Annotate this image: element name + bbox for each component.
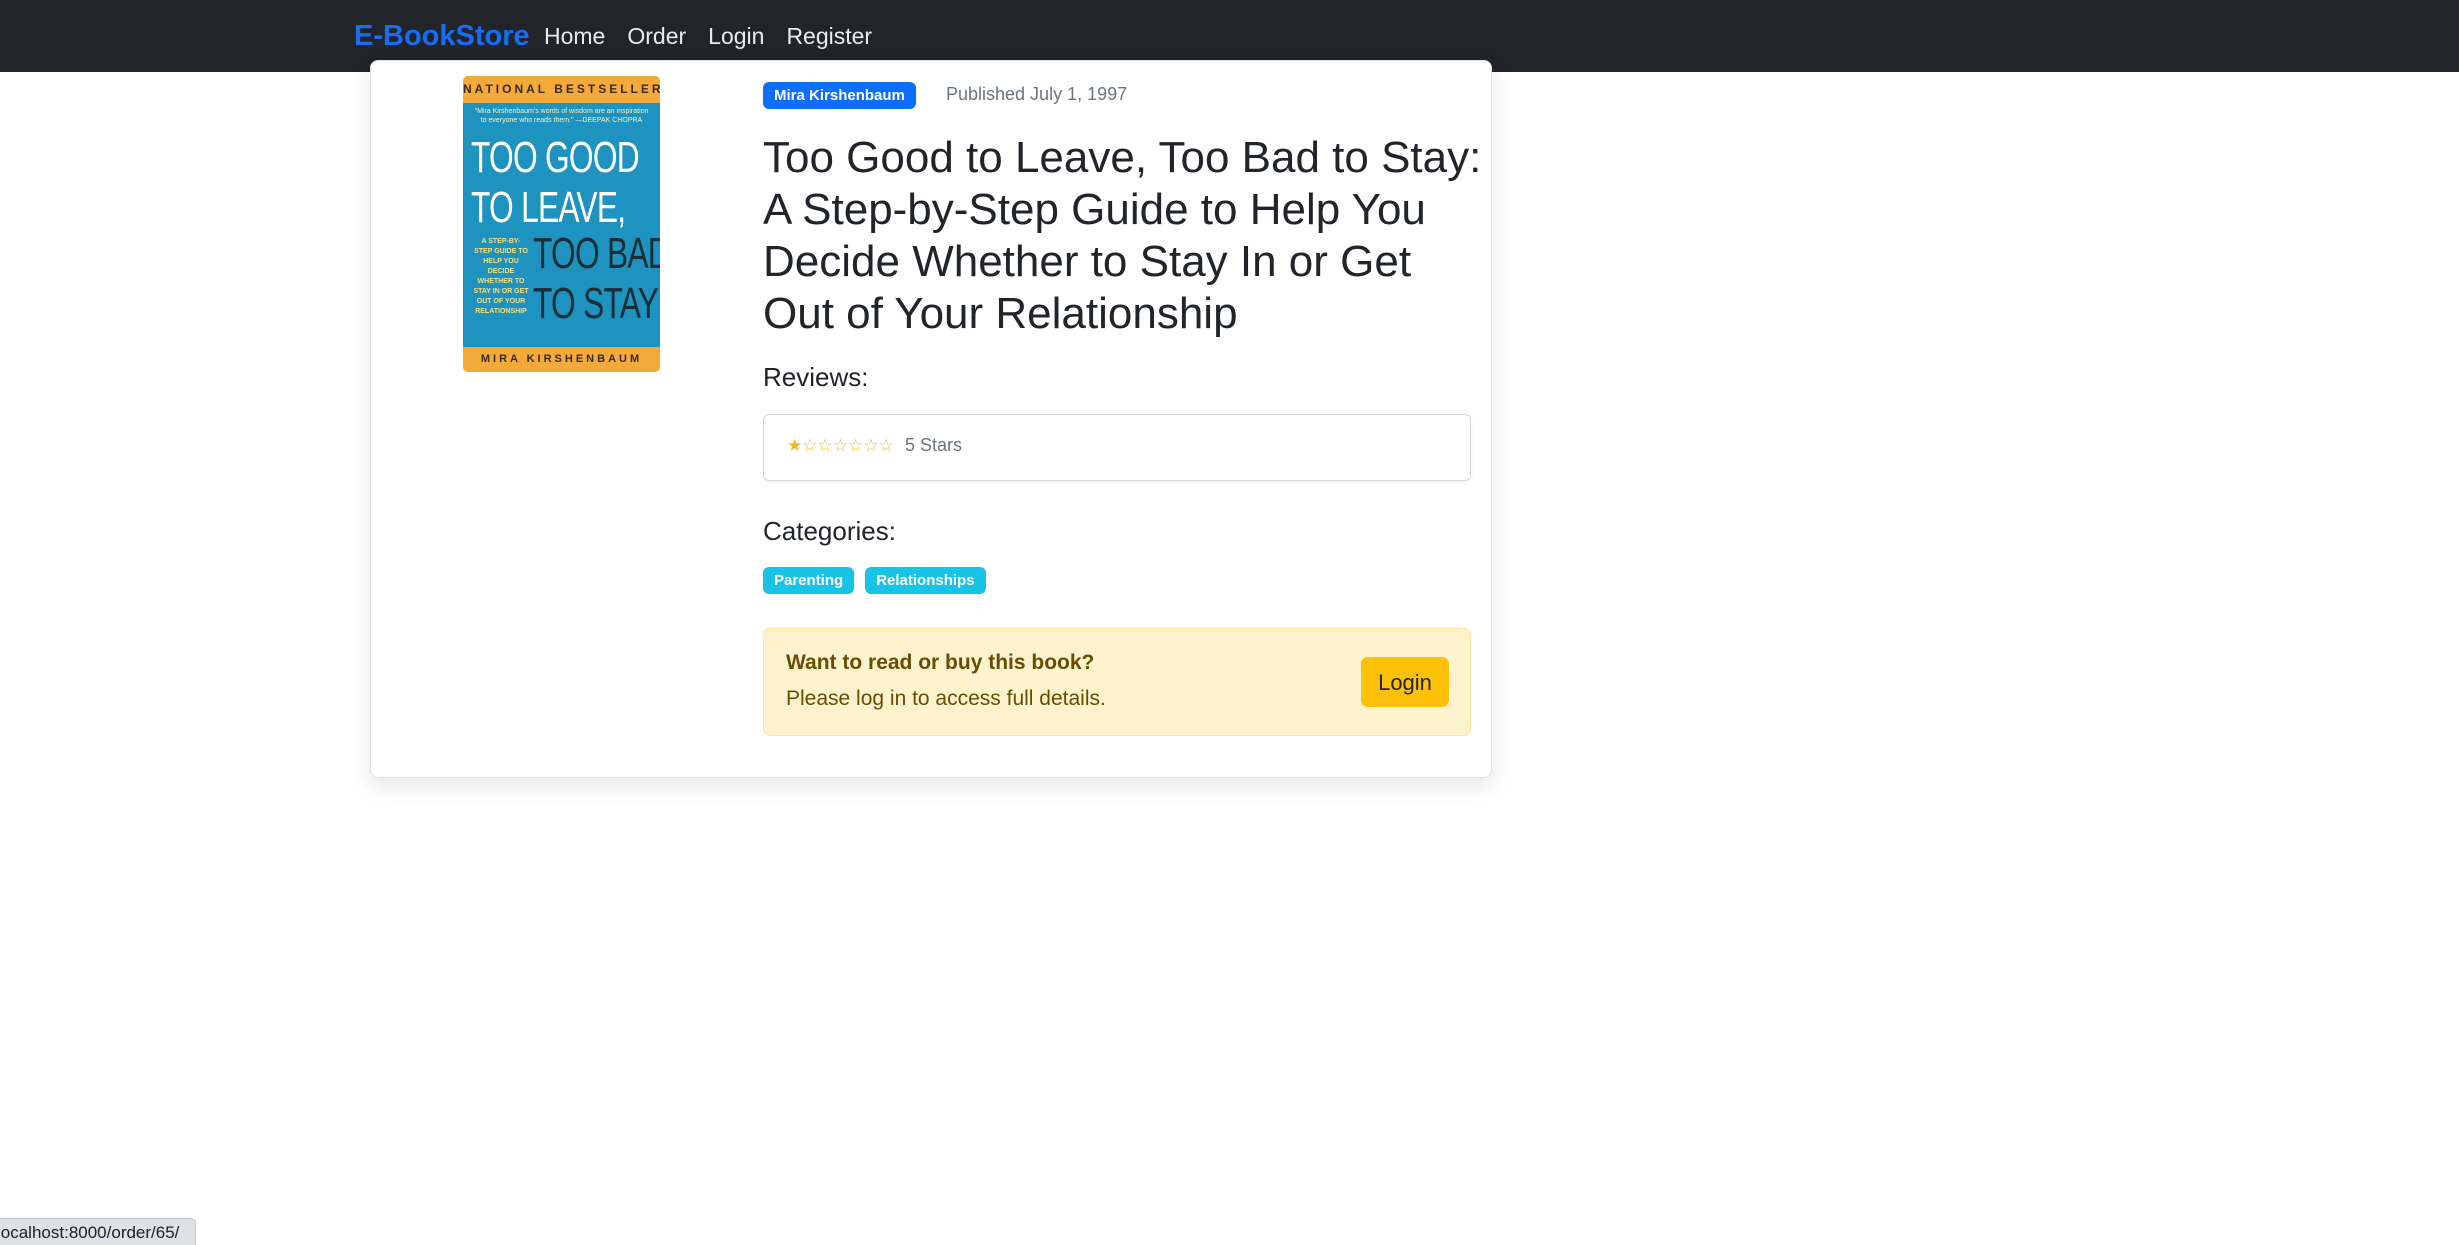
cover-title-lower: TOO BAD TO STAY xyxy=(533,229,660,329)
book-title: Too Good to Leave, Too Bad to Stay: A St… xyxy=(763,133,1482,338)
cover-title-line: TOO BAD xyxy=(533,229,660,278)
nav-link-register[interactable]: Register xyxy=(786,20,872,52)
category-badge-parenting[interactable]: Parenting xyxy=(763,567,855,594)
login-prompt-alert: Want to read or buy this book? Please lo… xyxy=(763,628,1471,736)
star-rating-icon: ★☆☆☆☆☆☆ xyxy=(787,436,894,455)
cover-top-band: NATIONAL BESTSELLER xyxy=(463,76,660,103)
login-button[interactable]: Login xyxy=(1361,657,1449,707)
nav-link-home[interactable]: Home xyxy=(544,20,605,52)
cover-title-upper: TOO GOOD TO LEAVE, xyxy=(471,133,640,233)
book-cover-image: NATIONAL BESTSELLER "Mira Kirshenbaum's … xyxy=(463,76,660,372)
published-date: Published July 1, 1997 xyxy=(946,84,1128,104)
cover-subtitle: A STEP-BY-STEP GUIDE TO HELP YOU DECIDE … xyxy=(473,238,529,315)
cover-quote: "Mira Kirshenbaum's words of wisdom are … xyxy=(474,108,649,124)
category-list: Parenting Relationships xyxy=(763,567,986,594)
alert-text: Please log in to access full details. xyxy=(786,687,1106,710)
category-badge-relationships[interactable]: Relationships xyxy=(865,567,986,594)
reviews-heading: Reviews: xyxy=(763,362,869,392)
status-bar-url: localhost:8000/order/65/ xyxy=(0,1218,196,1245)
nav-links: Home Order Login Register xyxy=(544,20,894,52)
author-badge[interactable]: Mira Kirshenbaum xyxy=(763,82,916,109)
alert-title: Want to read or buy this book? xyxy=(786,651,1095,674)
categories-heading: Categories: xyxy=(763,516,896,546)
cover-title-line: TO LEAVE, xyxy=(471,183,626,232)
cover-title-line: TO STAY xyxy=(533,279,659,328)
cover-body: "Mira Kirshenbaum's words of wisdom are … xyxy=(463,103,660,347)
nav-link-order[interactable]: Order xyxy=(627,20,686,52)
cover-title-line: TOO GOOD xyxy=(471,133,640,182)
cover-author-band: MIRA KIRSHENBAUM xyxy=(463,347,660,372)
rating-text: 5 Stars xyxy=(905,435,963,455)
review-card: ★☆☆☆☆☆☆ 5 Stars xyxy=(763,414,1471,481)
nav-link-login[interactable]: Login xyxy=(708,20,764,52)
brand-link[interactable]: E-BookStore xyxy=(354,19,530,53)
